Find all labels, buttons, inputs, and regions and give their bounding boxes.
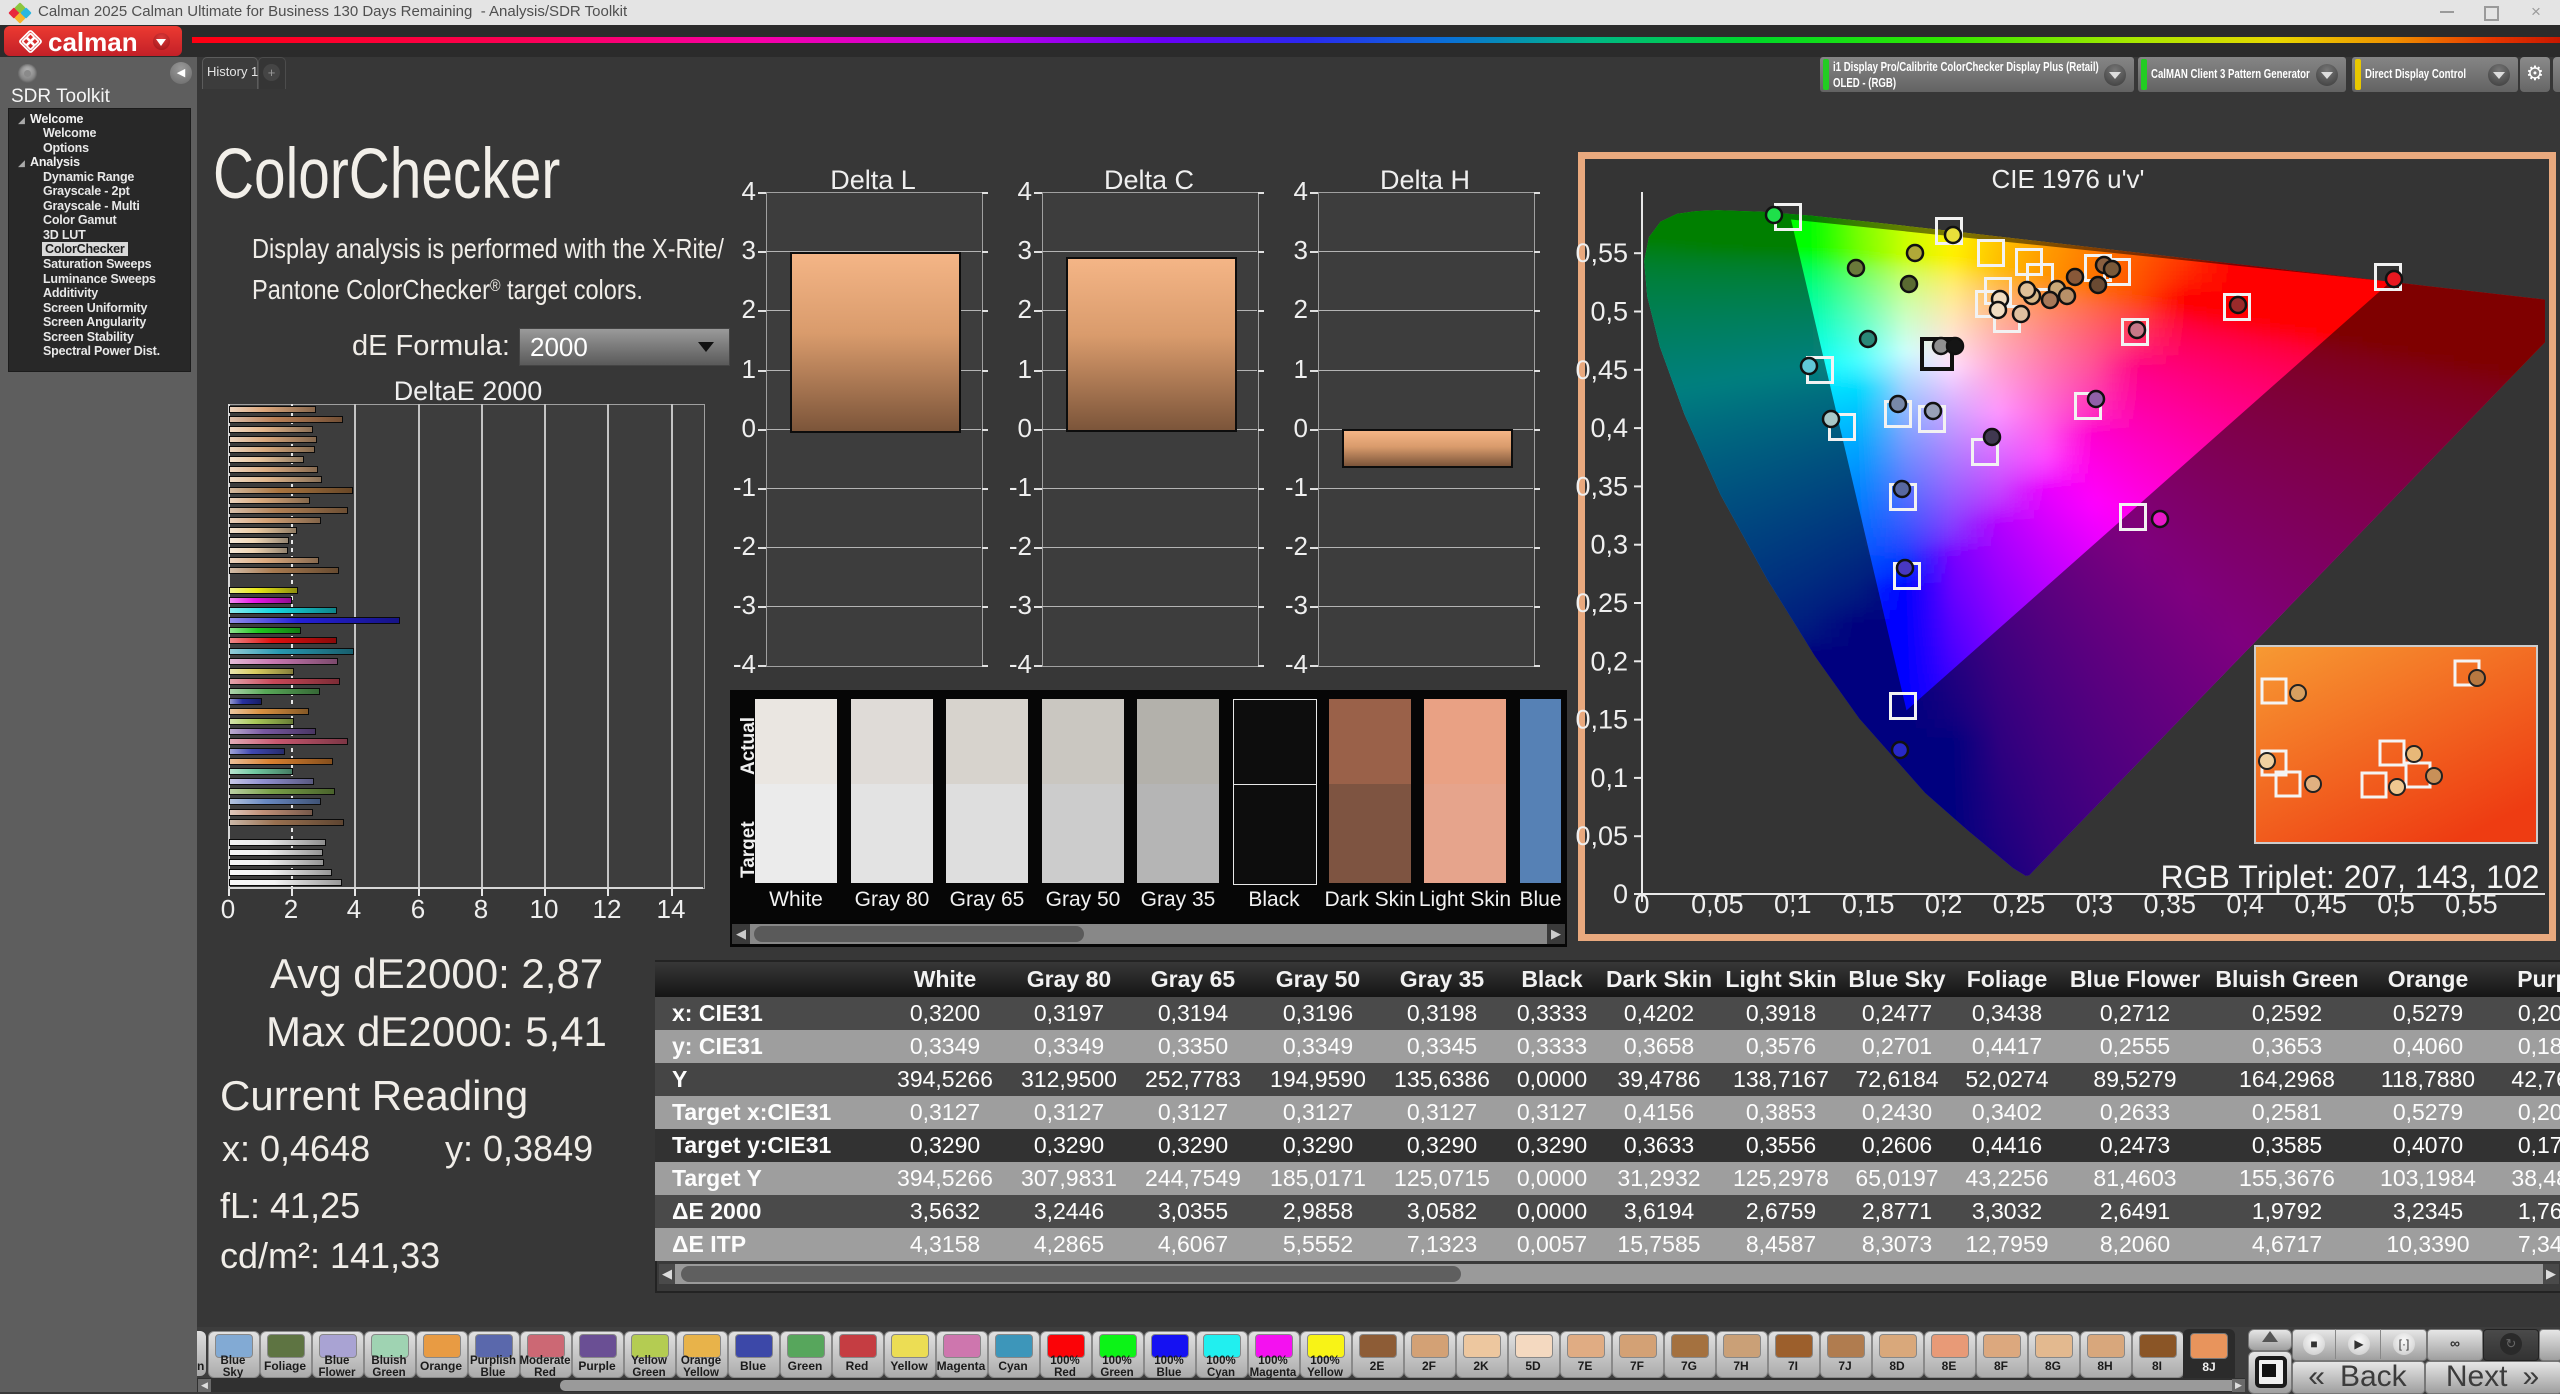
- svg-text:0,15: 0,15: [1842, 889, 1895, 919]
- svg-text:0,5: 0,5: [1590, 297, 1628, 327]
- svg-text:0,45: 0,45: [1575, 355, 1628, 385]
- svg-text:0: 0: [1613, 879, 1628, 909]
- svg-text:0,2: 0,2: [1590, 646, 1628, 676]
- svg-text:0,25: 0,25: [1575, 588, 1628, 618]
- svg-text:0,4: 0,4: [1590, 413, 1628, 443]
- svg-text:0,2: 0,2: [1925, 889, 1963, 919]
- svg-text:0,05: 0,05: [1691, 889, 1744, 919]
- svg-text:CIE 1976 u'v': CIE 1976 u'v': [1991, 164, 2144, 194]
- svg-text:0,1: 0,1: [1590, 763, 1628, 793]
- svg-text:0,3: 0,3: [2076, 889, 2114, 919]
- svg-text:0,05: 0,05: [1575, 821, 1628, 851]
- svg-text:0,1: 0,1: [1774, 889, 1812, 919]
- svg-text:0,35: 0,35: [1575, 471, 1628, 501]
- svg-text:0,55: 0,55: [1575, 238, 1628, 268]
- svg-text:0,15: 0,15: [1575, 705, 1628, 735]
- svg-text:0,25: 0,25: [1993, 889, 2046, 919]
- svg-text:RGB Triplet: 207, 143, 102: RGB Triplet: 207, 143, 102: [2161, 859, 2540, 895]
- svg-text:0,3: 0,3: [1590, 530, 1628, 560]
